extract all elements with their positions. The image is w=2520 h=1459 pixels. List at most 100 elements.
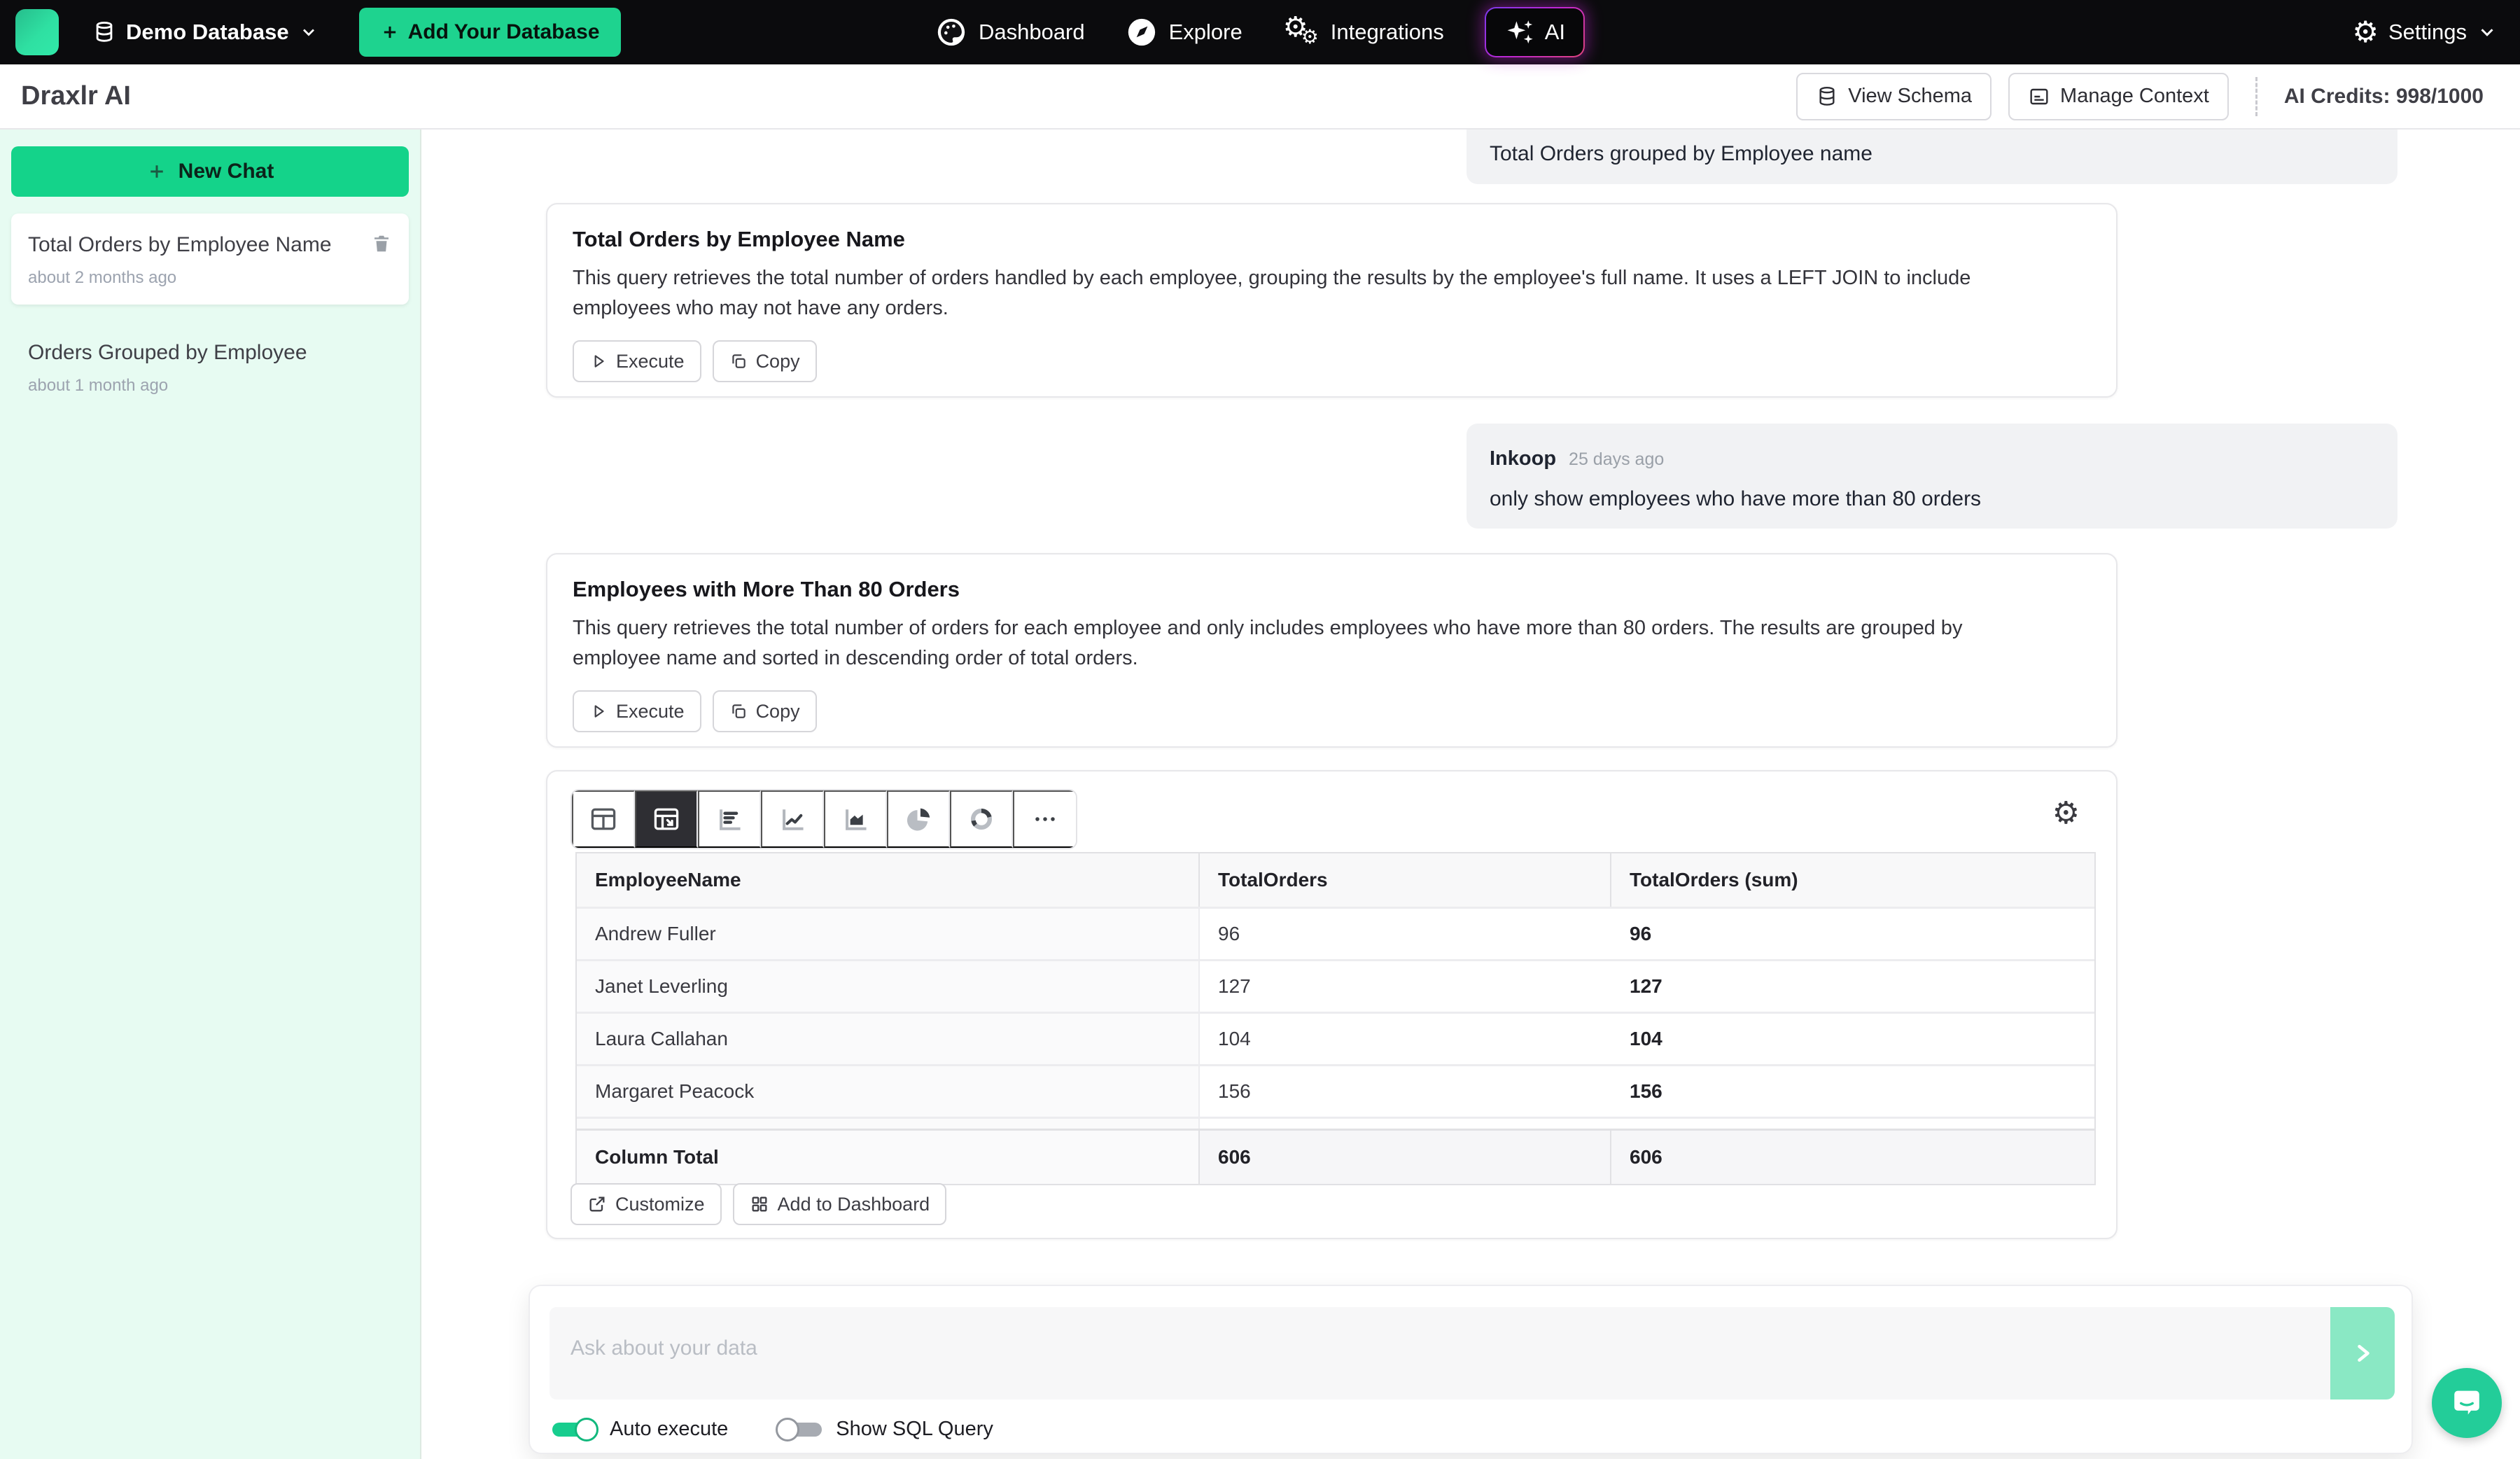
chat-list-item[interactable]: Orders Grouped by Employee about 1 month… bbox=[11, 321, 409, 412]
auto-execute-toggle[interactable]: Auto execute bbox=[552, 1418, 728, 1441]
show-sql-label: Show SQL Query bbox=[836, 1418, 993, 1441]
toggle-on-switch[interactable] bbox=[552, 1423, 596, 1437]
context-list-icon bbox=[2028, 85, 2050, 108]
cell-total-orders: 156 bbox=[1200, 1066, 1611, 1117]
external-link-icon bbox=[587, 1194, 607, 1214]
cell-total-orders-sum: 104 bbox=[1611, 1014, 2094, 1064]
copy-button[interactable]: Copy bbox=[713, 340, 817, 382]
column-header[interactable]: TotalOrders (sum) bbox=[1611, 853, 2094, 907]
plus-icon bbox=[380, 22, 400, 42]
nav-dashboard[interactable]: Dashboard bbox=[935, 16, 1085, 48]
explore-compass-icon bbox=[1126, 16, 1158, 48]
cell-total-orders: 127 bbox=[1200, 961, 1611, 1012]
execute-label: Execute bbox=[616, 701, 685, 722]
chat-main-area: Total Orders grouped by Employee name To… bbox=[420, 128, 2520, 1459]
column-header[interactable]: EmployeeName bbox=[577, 853, 1200, 907]
database-icon bbox=[92, 20, 116, 44]
add-your-database-label: Add Your Database bbox=[408, 20, 600, 44]
execute-button[interactable]: Execute bbox=[573, 690, 701, 732]
execute-button[interactable]: Execute bbox=[573, 340, 701, 382]
cell-total-orders: 96 bbox=[1200, 909, 1611, 959]
execute-label: Execute bbox=[616, 351, 685, 372]
cell-total-orders-total: 606 bbox=[1200, 1131, 1611, 1184]
send-button[interactable] bbox=[2330, 1307, 2395, 1399]
add-to-dashboard-button[interactable]: Add to Dashboard bbox=[733, 1183, 947, 1225]
manage-context-button[interactable]: Manage Context bbox=[2008, 73, 2229, 120]
page-header: Draxlr AI View Schema Manage Context bbox=[0, 64, 2520, 130]
chart-type-table-icon[interactable] bbox=[572, 790, 635, 848]
show-sql-toggle[interactable]: Show SQL Query bbox=[778, 1418, 993, 1441]
query-card-description: This query retrieves the total number of… bbox=[573, 613, 2015, 673]
cell-total-label: Column Total bbox=[577, 1131, 1200, 1184]
chart-type-donut-icon[interactable] bbox=[950, 790, 1013, 848]
customize-button[interactable]: Customize bbox=[570, 1183, 722, 1225]
message-author: Inkoop bbox=[1490, 447, 1556, 470]
plus-icon bbox=[146, 161, 167, 182]
nav-explore-label: Explore bbox=[1169, 20, 1242, 45]
ask-data-input[interactable] bbox=[550, 1307, 2330, 1399]
query-card-title: Employees with More Than 80 Orders bbox=[573, 575, 2091, 603]
new-chat-button[interactable]: New Chat bbox=[11, 146, 409, 197]
chart-type-pivot-table-icon[interactable] bbox=[635, 790, 698, 848]
add-your-database-button[interactable]: Add Your Database bbox=[359, 8, 621, 57]
cell-employee-name: Andrew Fuller bbox=[577, 909, 1200, 959]
database-selector[interactable]: Demo Database bbox=[92, 20, 318, 45]
page-title: Draxlr AI bbox=[21, 81, 131, 111]
query-results-card: ⚙ EmployeeName TotalOrders TotalOrders (… bbox=[546, 770, 2118, 1239]
view-schema-label: View Schema bbox=[1848, 85, 1972, 108]
cell-employee-name: Margaret Peacock bbox=[577, 1066, 1200, 1117]
chart-type-bar-icon[interactable] bbox=[698, 790, 761, 848]
top-nav-links: Dashboard Explore ⚙ ⚙ Integrations bbox=[935, 0, 1585, 64]
play-icon bbox=[589, 702, 608, 720]
results-settings-gear-icon[interactable]: ⚙ bbox=[2052, 798, 2080, 829]
ai-credits: AI Credits: 998/1000 bbox=[2284, 85, 2484, 109]
chart-type-pie-icon[interactable] bbox=[887, 790, 950, 848]
chart-type-toolbar bbox=[570, 789, 1077, 849]
copy-label: Copy bbox=[756, 351, 800, 372]
send-icon bbox=[2350, 1341, 2375, 1366]
user-message-bubble: Total Orders grouped by Employee name bbox=[1466, 128, 2398, 184]
chart-type-line-icon[interactable] bbox=[761, 790, 824, 848]
nav-explore[interactable]: Explore bbox=[1126, 16, 1242, 48]
query-card-description: This query retrieves the total number of… bbox=[573, 263, 2015, 323]
new-chat-label: New Chat bbox=[178, 160, 274, 183]
nav-dashboard-label: Dashboard bbox=[979, 20, 1085, 45]
settings-menu[interactable]: ⚙ Settings bbox=[2352, 18, 2498, 47]
copy-button[interactable]: Copy bbox=[713, 690, 817, 732]
intercom-chat-launcher[interactable] bbox=[2432, 1368, 2502, 1438]
cell-total-orders-sum: 96 bbox=[1611, 909, 2094, 959]
draxlr-logo[interactable] bbox=[15, 9, 59, 55]
chat-item-time: about 1 month ago bbox=[28, 376, 392, 396]
chart-type-more-icon[interactable] bbox=[1013, 790, 1076, 848]
chart-type-area-icon[interactable] bbox=[824, 790, 887, 848]
table-total-row: Column Total 606 606 bbox=[577, 1129, 2094, 1184]
cell-total-orders: 104 bbox=[1200, 1014, 1611, 1064]
chevron-down-icon bbox=[299, 22, 318, 42]
toggle-off-switch[interactable] bbox=[778, 1423, 822, 1437]
column-header[interactable]: TotalOrders bbox=[1200, 853, 1611, 907]
chat-list-item-active[interactable]: Total Orders by Employee Name about 2 mo… bbox=[11, 214, 409, 305]
ai-sparkles-icon bbox=[1504, 17, 1535, 48]
view-schema-button[interactable]: View Schema bbox=[1796, 73, 1991, 120]
copy-label: Copy bbox=[756, 701, 800, 722]
cell-total-orders-sum: 127 bbox=[1611, 961, 2094, 1012]
schema-database-icon bbox=[1816, 85, 1838, 108]
nav-integrations[interactable]: ⚙ ⚙ Integrations bbox=[1283, 15, 1444, 50]
results-table: EmployeeName TotalOrders TotalOrders (su… bbox=[575, 852, 2096, 1185]
add-to-dashboard-label: Add to Dashboard bbox=[778, 1194, 930, 1215]
cell-total-orders-sum: 156 bbox=[1611, 1066, 2094, 1117]
cell-employee-name: Laura Callahan bbox=[577, 1014, 1200, 1064]
manage-context-label: Manage Context bbox=[2060, 85, 2209, 108]
top-navigation-bar: Demo Database Add Your Database Dashboar… bbox=[0, 0, 2520, 64]
table-row: Janet Leverling 127 127 bbox=[577, 959, 2094, 1012]
nav-ai-label: AI bbox=[1545, 20, 1565, 45]
dashboard-palette-icon bbox=[935, 16, 967, 48]
nav-integrations-label: Integrations bbox=[1331, 20, 1444, 45]
delete-chat-trash-icon[interactable] bbox=[371, 233, 392, 254]
settings-label: Settings bbox=[2388, 20, 2467, 45]
chat-sidebar: New Chat Total Orders by Employee Name a… bbox=[0, 128, 421, 1459]
message-composer: Auto execute Show SQL Query bbox=[528, 1285, 2413, 1454]
nav-ai[interactable]: AI bbox=[1485, 7, 1585, 57]
cell-employee-name: Janet Leverling bbox=[577, 961, 1200, 1012]
user-message-bubble: Inkoop 25 days ago only show employees w… bbox=[1466, 424, 2398, 529]
